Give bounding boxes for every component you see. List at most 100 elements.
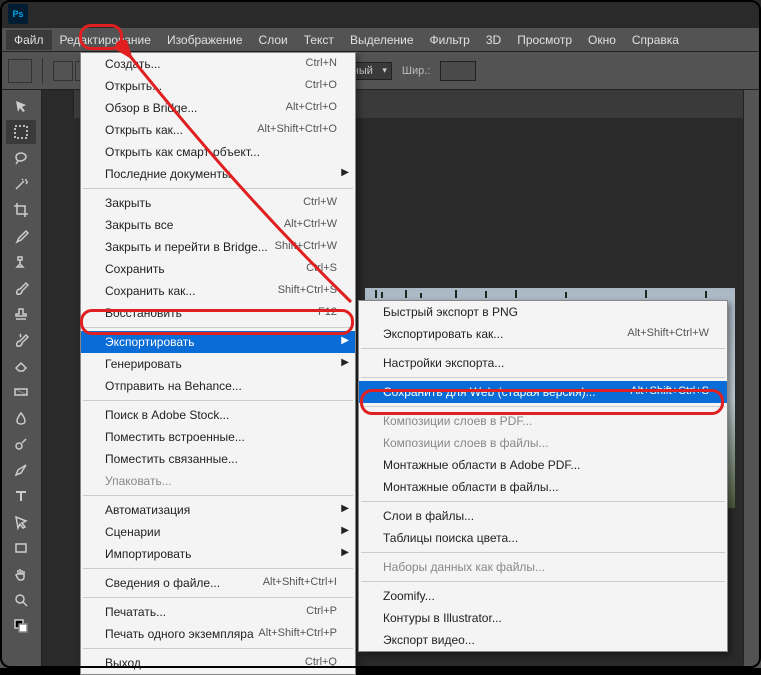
eraser-tool[interactable] — [6, 354, 36, 378]
file-menu-item-8[interactable]: Закрыть все Alt+Ctrl+W — [81, 214, 355, 236]
file-menu-item-4[interactable]: Открыть как смарт-объект... — [81, 141, 355, 163]
file-menu-item-12[interactable]: ВосстановитьF12 — [81, 302, 355, 324]
file-menu-item-15[interactable]: Генерировать▶ — [81, 353, 355, 375]
document-tab[interactable] — [42, 90, 74, 118]
menu-слои[interactable]: Слои — [251, 30, 296, 50]
menu-изображение[interactable]: Изображение — [159, 30, 251, 50]
selection-new-button[interactable] — [53, 61, 73, 81]
gradient-tool[interactable] — [6, 380, 36, 404]
file-menu-item-5[interactable]: Последние документы▶ — [81, 163, 355, 185]
menu-item-shortcut: Alt+Shift+Ctrl+O — [257, 123, 337, 137]
export-menu-item-12[interactable]: Слои в файлы... — [359, 505, 727, 527]
export-menu-item-1[interactable]: Экспортировать как...Alt+Shift+Ctrl+W — [359, 323, 727, 345]
file-menu-item-29[interactable]: Печатать...Ctrl+P — [81, 601, 355, 623]
file-menu-item-16[interactable]: Отправить на Behance... — [81, 375, 355, 397]
export-menu-item-13[interactable]: Таблицы поиска цвета... — [359, 527, 727, 549]
export-menu-item-3[interactable]: Настройки экспорта... — [359, 352, 727, 374]
menu-редактирование[interactable]: Редактирование — [52, 30, 159, 50]
export-menu-item-7: Композиции слоев в PDF... — [359, 410, 727, 432]
brush-tool[interactable] — [6, 276, 36, 300]
menu-item-label: Настройки экспорта... — [383, 356, 504, 370]
file-menu-item-10[interactable]: СохранитьCtrl+S — [81, 258, 355, 280]
submenu-arrow-icon: ▶ — [341, 547, 349, 558]
history-tool[interactable] — [6, 328, 36, 352]
menu-item-label: Монтажные области в Adobe PDF... — [383, 458, 580, 472]
menu-item-label: Слои в файлы... — [383, 509, 474, 523]
export-menu-item-19[interactable]: Экспорт видео... — [359, 629, 727, 651]
menu-item-label: Сценарии — [105, 525, 160, 539]
menu-файл[interactable]: Файл — [6, 30, 52, 50]
export-menu-item-5[interactable]: Сохранить для Web (старая версия)...Alt+… — [359, 381, 727, 403]
patch-tool[interactable] — [6, 250, 36, 274]
file-menu-item-19[interactable]: Поместить встроенные... — [81, 426, 355, 448]
width-input[interactable] — [440, 61, 476, 81]
menu-item-label: Закрыть — [105, 196, 151, 210]
menu-справка[interactable]: Справка — [624, 30, 687, 50]
dodge-tool[interactable] — [6, 432, 36, 456]
menu-просмотр[interactable]: Просмотр — [509, 30, 580, 50]
menu-item-shortcut: Alt+Shift+Ctrl+I — [263, 576, 337, 590]
submenu-arrow-icon: ▶ — [341, 335, 349, 346]
file-menu-item-1[interactable]: Открыть...Ctrl+O — [81, 75, 355, 97]
menu-item-label: Экспортировать как... — [383, 327, 503, 341]
export-menu-item-0[interactable]: Быстрый экспорт в PNG — [359, 301, 727, 323]
file-menu-item-27[interactable]: Сведения о файле...Alt+Shift+Ctrl+I — [81, 572, 355, 594]
ps-logo-icon: Ps — [8, 4, 28, 24]
menu-item-label: Контуры в Illustrator... — [383, 611, 502, 625]
menu-item-shortcut: Ctrl+W — [303, 196, 337, 210]
type-tool[interactable] — [6, 484, 36, 508]
menu-item-shortcut: Alt+Shift+Ctrl+S — [630, 385, 709, 399]
file-menu-item-32[interactable]: ВыходCtrl+Q — [81, 652, 355, 674]
menu-фильтр[interactable]: Фильтр — [422, 30, 478, 50]
colors-tool[interactable] — [6, 614, 36, 638]
menu-item-label: Закрыть все — [105, 218, 173, 232]
menu-выделение[interactable]: Выделение — [342, 30, 422, 50]
export-menu-item-9[interactable]: Монтажные области в Adobe PDF... — [359, 454, 727, 476]
file-menu-item-3[interactable]: Открыть как...Alt+Shift+Ctrl+O — [81, 119, 355, 141]
width-label: Шир.: — [402, 65, 430, 77]
menu-item-label: Таблицы поиска цвета... — [383, 531, 518, 545]
file-menu-item-14[interactable]: Экспортировать▶ — [81, 331, 355, 353]
export-menu-item-15: Наборы данных как файлы... — [359, 556, 727, 578]
file-menu-item-23[interactable]: Автоматизация▶ — [81, 499, 355, 521]
menu-окно[interactable]: Окно — [580, 30, 624, 50]
file-menu-item-9[interactable]: Закрыть и перейти в Bridge...Shift+Ctrl+… — [81, 236, 355, 258]
menu-item-label: Восстановить — [105, 306, 182, 320]
pen-tool[interactable] — [6, 458, 36, 482]
menu-item-shortcut: Shift+Ctrl+S — [278, 284, 337, 298]
rect-tool[interactable] — [6, 536, 36, 560]
file-menu-item-0[interactable]: Создать...Ctrl+N — [81, 53, 355, 75]
file-menu-item-25[interactable]: Импортировать▶ — [81, 543, 355, 565]
tool-preset-button[interactable] — [8, 59, 32, 83]
eyedrop-tool[interactable] — [6, 224, 36, 248]
lasso-tool[interactable] — [6, 146, 36, 170]
menu-item-label: Наборы данных как файлы... — [383, 560, 545, 574]
submenu-arrow-icon: ▶ — [341, 167, 349, 178]
zoom-tool[interactable] — [6, 588, 36, 612]
crop-tool[interactable] — [6, 198, 36, 222]
file-menu-dropdown: Создать...Ctrl+NОткрыть...Ctrl+OОбзор в … — [80, 52, 356, 675]
file-menu-item-7[interactable]: Закрыть Ctrl+W — [81, 192, 355, 214]
marquee-tool[interactable] — [6, 120, 36, 144]
file-menu-item-30[interactable]: Печать одного экземпляраAlt+Shift+Ctrl+P — [81, 623, 355, 645]
file-menu-item-18[interactable]: Поиск в Adobe Stock... — [81, 404, 355, 426]
blur-tool[interactable] — [6, 406, 36, 430]
menu-item-shortcut: Alt+Ctrl+W — [284, 218, 337, 232]
hand-tool[interactable] — [6, 562, 36, 586]
export-menu-item-17[interactable]: Zoomify... — [359, 585, 727, 607]
stamp-tool[interactable] — [6, 302, 36, 326]
file-menu-item-20[interactable]: Поместить связанные... — [81, 448, 355, 470]
menu-item-shortcut: Ctrl+S — [306, 262, 337, 276]
menu-текст[interactable]: Текст — [296, 30, 342, 50]
file-menu-item-2[interactable]: Обзор в Bridge...Alt+Ctrl+O — [81, 97, 355, 119]
file-menu-item-11[interactable]: Сохранить как...Shift+Ctrl+S — [81, 280, 355, 302]
wand-tool[interactable] — [6, 172, 36, 196]
file-menu-item-24[interactable]: Сценарии▶ — [81, 521, 355, 543]
path-tool[interactable] — [6, 510, 36, 534]
export-menu-item-10[interactable]: Монтажные области в файлы... — [359, 476, 727, 498]
menu-3d[interactable]: 3D — [478, 30, 509, 50]
menu-item-shortcut: Shift+Ctrl+W — [275, 240, 337, 254]
move-tool[interactable] — [6, 94, 36, 118]
export-menu-item-18[interactable]: Контуры в Illustrator... — [359, 607, 727, 629]
menu-item-shortcut: Alt+Ctrl+O — [286, 101, 337, 115]
